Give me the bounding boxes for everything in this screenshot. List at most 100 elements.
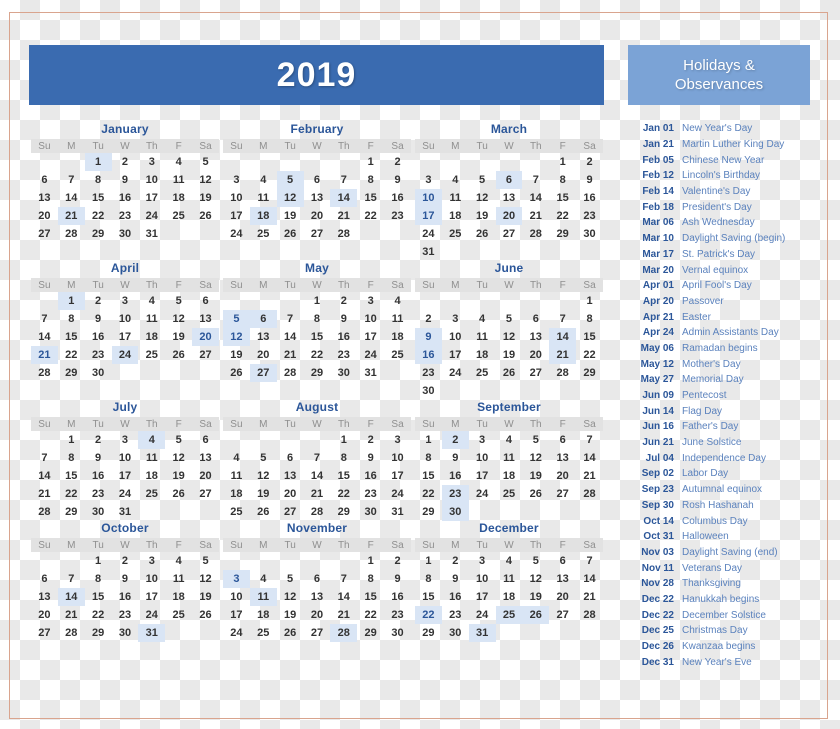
day-cell[interactable]: 22 (357, 207, 384, 225)
day-cell[interactable]: 24 (415, 225, 442, 243)
day-cell[interactable]: 25 (138, 346, 165, 364)
day-cell[interactable]: 27 (249, 364, 277, 382)
day-cell[interactable]: 2 (384, 153, 411, 171)
day-cell[interactable]: 9 (330, 310, 357, 328)
day-cell[interactable]: 22 (357, 606, 384, 624)
holiday-list-item[interactable]: Apr 20 Passover (628, 294, 810, 310)
day-cell[interactable]: 9 (384, 570, 411, 588)
holiday-list-item[interactable]: May 06 Ramadan begins (628, 341, 810, 357)
holiday-list-item[interactable]: Oct 31 Halloween (628, 529, 810, 545)
day-cell[interactable]: 14 (330, 189, 358, 207)
day-cell[interactable]: 8 (330, 449, 357, 467)
day-cell[interactable]: 28 (58, 624, 85, 642)
day-cell[interactable]: 24 (138, 207, 165, 225)
day-cell[interactable]: 30 (330, 364, 357, 382)
holiday-list-item[interactable]: Feb 18 President's Day (628, 199, 810, 215)
day-cell[interactable]: 5 (496, 310, 523, 328)
day-cell[interactable]: 7 (522, 171, 549, 189)
day-cell[interactable]: 15 (415, 467, 442, 485)
day-cell[interactable]: 5 (192, 552, 219, 570)
day-cell[interactable]: 3 (112, 431, 139, 449)
day-cell[interactable]: 16 (330, 328, 357, 346)
day-cell[interactable]: 13 (250, 328, 277, 346)
day-cell[interactable]: 22 (330, 485, 357, 503)
day-cell[interactable]: 15 (357, 189, 384, 207)
day-cell[interactable]: 8 (415, 570, 442, 588)
holiday-list-item[interactable]: Jul 04 Independence Day (628, 450, 810, 466)
day-cell[interactable]: 3 (469, 431, 496, 449)
day-cell[interactable]: 28 (304, 503, 331, 521)
holiday-list-item[interactable]: Dec 22 December Solstice (628, 607, 810, 623)
day-cell[interactable]: 12 (192, 570, 219, 588)
day-cell[interactable]: 30 (576, 225, 603, 243)
day-cell[interactable]: 26 (277, 624, 304, 642)
day-cell[interactable]: 15 (85, 588, 112, 606)
day-cell[interactable]: 20 (192, 467, 219, 485)
day-cell[interactable]: 9 (85, 310, 112, 328)
day-cell[interactable]: 6 (277, 449, 304, 467)
holiday-list-item[interactable]: Dec 26 Kwanzaa begins (628, 639, 810, 655)
holiday-list-item[interactable]: Sep 30 Rosh Hashanah (628, 498, 810, 514)
day-cell[interactable]: 8 (58, 449, 85, 467)
day-cell[interactable]: 10 (223, 588, 250, 606)
day-cell[interactable]: 12 (223, 328, 250, 346)
day-cell[interactable]: 1 (357, 552, 384, 570)
day-cell[interactable]: 17 (138, 189, 165, 207)
day-cell[interactable]: 11 (250, 189, 277, 207)
day-cell[interactable]: 27 (192, 485, 219, 503)
day-cell[interactable]: 31 (415, 243, 442, 261)
day-cell[interactable]: 15 (85, 189, 112, 207)
day-cell[interactable]: 8 (85, 171, 112, 189)
day-cell[interactable]: 3 (138, 153, 165, 171)
day-cell[interactable]: 9 (357, 449, 384, 467)
day-cell[interactable]: 13 (304, 189, 331, 207)
day-cell[interactable]: 24 (469, 606, 496, 624)
day-cell[interactable]: 4 (250, 570, 277, 588)
day-cell[interactable]: 15 (549, 189, 576, 207)
day-cell[interactable]: 22 (85, 207, 112, 225)
day-cell[interactable]: 1 (549, 153, 576, 171)
day-cell[interactable]: 10 (138, 570, 165, 588)
day-cell[interactable]: 4 (496, 431, 523, 449)
holiday-list-item[interactable]: Jan 01 New Year's Day (628, 121, 810, 137)
holiday-list-item[interactable]: Mar 17 St. Patrick's Day (628, 247, 810, 263)
day-cell[interactable]: 15 (304, 328, 331, 346)
day-cell[interactable]: 28 (576, 485, 603, 503)
holiday-list-item[interactable]: Nov 28 Thanksgiving (628, 576, 810, 592)
day-cell[interactable]: 11 (469, 328, 496, 346)
day-cell[interactable]: 30 (384, 624, 411, 642)
day-cell[interactable]: 12 (192, 171, 219, 189)
day-cell[interactable]: 18 (250, 606, 277, 624)
day-cell[interactable]: 25 (138, 485, 165, 503)
day-cell[interactable]: 20 (495, 207, 523, 225)
day-cell[interactable]: 21 (522, 207, 549, 225)
day-cell[interactable]: 1 (84, 153, 112, 171)
day-cell[interactable]: 10 (415, 189, 442, 207)
day-cell[interactable]: 21 (330, 606, 357, 624)
day-cell[interactable]: 23 (442, 606, 469, 624)
day-cell[interactable]: 21 (31, 485, 58, 503)
day-cell[interactable]: 28 (31, 503, 58, 521)
day-cell[interactable]: 20 (549, 588, 576, 606)
day-cell[interactable]: 27 (549, 606, 576, 624)
day-cell[interactable]: 31 (138, 225, 165, 243)
day-cell[interactable]: 8 (576, 310, 603, 328)
day-cell[interactable]: 25 (250, 225, 277, 243)
day-cell[interactable]: 8 (549, 171, 576, 189)
day-cell[interactable]: 26 (192, 207, 219, 225)
day-cell[interactable]: 23 (330, 346, 357, 364)
day-cell[interactable]: 29 (549, 225, 576, 243)
day-cell[interactable]: 5 (192, 153, 219, 171)
day-cell[interactable]: 8 (85, 570, 112, 588)
day-cell[interactable]: 24 (112, 485, 139, 503)
holiday-list-item[interactable]: Feb 14 Valentine's Day (628, 184, 810, 200)
day-cell[interactable]: 27 (304, 225, 331, 243)
day-cell[interactable]: 24 (111, 346, 139, 364)
day-cell[interactable]: 3 (223, 171, 250, 189)
day-cell[interactable]: 2 (112, 153, 139, 171)
day-cell[interactable]: 25 (165, 606, 192, 624)
day-cell[interactable]: 14 (277, 328, 304, 346)
day-cell[interactable]: 19 (250, 485, 277, 503)
day-cell[interactable]: 20 (549, 467, 576, 485)
day-cell[interactable]: 17 (223, 606, 250, 624)
